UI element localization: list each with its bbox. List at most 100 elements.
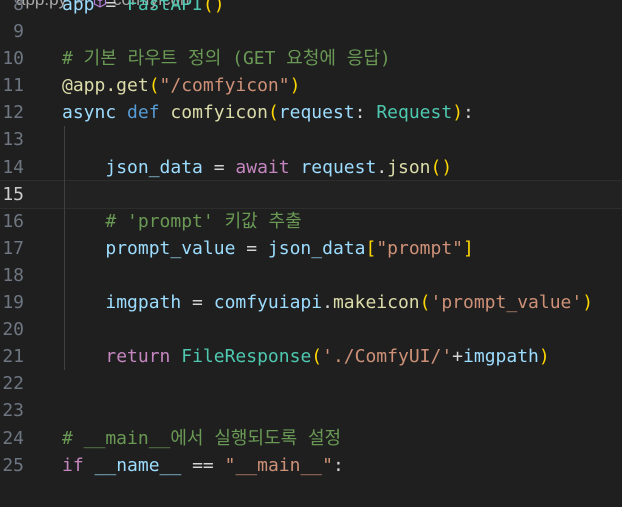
code-line[interactable]: 22 bbox=[0, 370, 622, 397]
code-token: makeicon bbox=[332, 292, 420, 314]
code-line[interactable]: 12 async def comfyicon(request: Request): bbox=[0, 99, 622, 126]
code-token: ( bbox=[148, 75, 160, 97]
line-number: 9 bbox=[13, 21, 24, 43]
code-line[interactable]: 11 @app.get("/comfyicon") bbox=[0, 72, 622, 99]
code-token: json_data bbox=[105, 156, 203, 178]
code-line[interactable]: 21 return FileResponse('./ComfyUI/'+imgp… bbox=[0, 343, 622, 370]
line-number: 14 bbox=[2, 156, 24, 178]
code-editor[interactable]: app.py>comfyicon 8app = FastAPI()910# 기본… bbox=[0, 0, 622, 507]
code-line[interactable]: 23 bbox=[0, 397, 622, 424]
line-number: 22 bbox=[2, 373, 24, 395]
code-token: json bbox=[387, 156, 431, 178]
line-number: 15 bbox=[2, 183, 24, 205]
code-token: './ComfyUI/' bbox=[322, 346, 453, 368]
code-token: FastAPI bbox=[127, 0, 203, 15]
code-token: "prompt" bbox=[376, 237, 464, 259]
code-token: = bbox=[94, 0, 128, 15]
code-token: # __main__에서 실행되도록 설정 bbox=[62, 427, 342, 449]
code-token: imgpath bbox=[105, 292, 182, 314]
code-line[interactable]: 20 bbox=[0, 316, 622, 343]
code-token: [ bbox=[365, 237, 377, 259]
code-token: return bbox=[105, 346, 171, 368]
code-token: async bbox=[62, 102, 117, 124]
code-line[interactable]: 17 prompt_value = json_data["prompt"] bbox=[0, 235, 622, 262]
code-token: = bbox=[181, 292, 214, 314]
line-code: @app.get("/comfyicon") bbox=[62, 72, 300, 99]
code-line[interactable]: 18 bbox=[0, 262, 622, 289]
code-token: . bbox=[322, 292, 333, 314]
code-token: == bbox=[181, 454, 225, 476]
line-number: 23 bbox=[2, 400, 24, 422]
code-token: + bbox=[452, 346, 464, 368]
code-token: : bbox=[463, 102, 474, 124]
code-line[interactable]: 19 imgpath = comfyuiapi.makeicon('prompt… bbox=[0, 289, 622, 316]
indent-guide bbox=[64, 126, 65, 370]
line-number: 16 bbox=[2, 210, 24, 232]
code-token: ( bbox=[311, 346, 323, 368]
code-token: . bbox=[376, 156, 388, 178]
code-token: comfyicon bbox=[170, 102, 268, 124]
code-token: () bbox=[430, 156, 453, 178]
code-token: prompt_value bbox=[105, 237, 236, 259]
line-code: # 기본 라우트 정의 (GET 요청에 응답) bbox=[62, 45, 391, 72]
line-number: 25 bbox=[2, 454, 24, 476]
code-token: imgpath bbox=[463, 346, 539, 368]
code-token: await bbox=[235, 156, 290, 178]
line-code: app = FastAPI() bbox=[62, 0, 225, 18]
code-token: "/comfyicon" bbox=[159, 75, 290, 97]
code-token: # 기본 라우트 정의 (GET 요청에 응답) bbox=[62, 48, 391, 70]
code-line[interactable]: 14 json_data = await request.json() bbox=[0, 154, 622, 181]
code-token: ( bbox=[419, 292, 431, 314]
code-line[interactable]: 8 app = FastAPI() bbox=[0, 0, 622, 18]
code-token: = bbox=[235, 237, 268, 259]
code-line[interactable]: 10 # 기본 라우트 정의 (GET 요청에 응답) bbox=[0, 45, 622, 72]
code-line[interactable]: 25 if __name__ == "__main__": bbox=[0, 452, 622, 479]
code-line[interactable]: 16 # 'prompt' 키값 추출 bbox=[0, 208, 622, 235]
line-number: 12 bbox=[2, 102, 24, 124]
code-line[interactable]: 13 bbox=[0, 126, 622, 153]
code-lines[interactable]: 8 app = FastAPI() 9 10 # 기본 라우트 정의 (GET 요청에 … bbox=[0, 0, 622, 479]
code-token: def bbox=[127, 102, 160, 124]
code-token: () bbox=[202, 0, 225, 15]
code-token: : bbox=[354, 102, 377, 124]
code-line[interactable]: 15 bbox=[0, 179, 622, 209]
line-code: if __name__ == "__main__": bbox=[62, 452, 344, 479]
line-code: imgpath = comfyuiapi.makeicon('prompt_va… bbox=[62, 289, 593, 316]
line-number: 10 bbox=[2, 48, 24, 70]
line-code: # 'prompt' 키값 추출 bbox=[62, 208, 301, 235]
line-code: return FileResponse('./ComfyUI/'+imgpath… bbox=[62, 343, 550, 370]
code-token: "__main__" bbox=[224, 454, 333, 476]
line-number: 19 bbox=[2, 292, 24, 314]
line-number: 18 bbox=[2, 264, 24, 286]
code-token: 'prompt_value' bbox=[430, 292, 583, 314]
line-number: 24 bbox=[2, 427, 24, 449]
code-token: __name__ bbox=[94, 454, 182, 476]
code-token: = bbox=[202, 156, 236, 178]
code-token: ) bbox=[538, 346, 550, 368]
code-token: ( bbox=[267, 102, 279, 124]
code-token: : bbox=[332, 454, 344, 476]
line-number: 11 bbox=[2, 75, 24, 97]
code-token: app bbox=[62, 0, 95, 15]
line-code: prompt_value = json_data["prompt"] bbox=[62, 235, 474, 262]
code-line[interactable]: 9 bbox=[0, 18, 622, 45]
code-token: ) bbox=[582, 292, 594, 314]
code-token: Request bbox=[376, 102, 453, 124]
code-token: request bbox=[300, 156, 377, 178]
line-number: 13 bbox=[2, 129, 24, 151]
code-line[interactable]: 24 # __main__에서 실행되도록 설정 bbox=[0, 425, 622, 452]
code-token: request bbox=[278, 102, 355, 124]
line-number: 17 bbox=[2, 237, 24, 259]
code-token: ) bbox=[289, 75, 301, 97]
code-token: ] bbox=[463, 237, 474, 259]
